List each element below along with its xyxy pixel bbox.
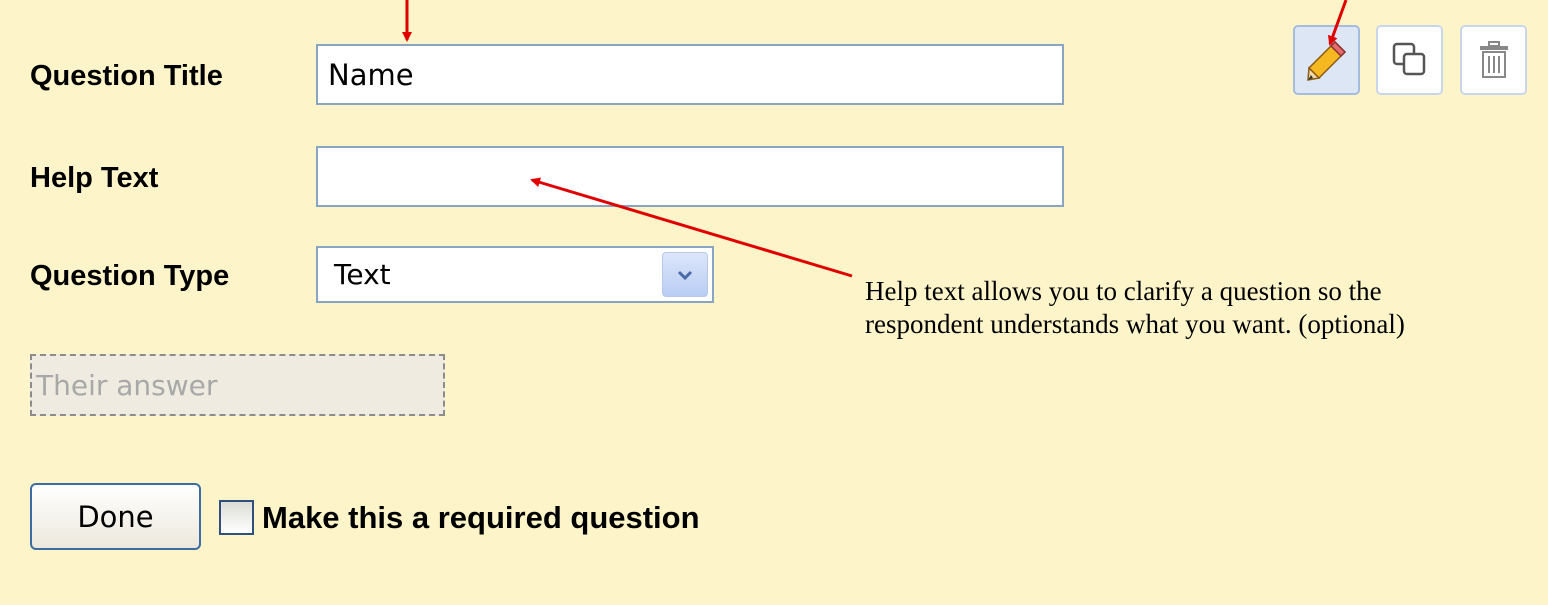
question-type-select[interactable]: Text <box>316 246 714 303</box>
help-text-input[interactable] <box>316 146 1064 207</box>
question-edit-panel: Question Title Help Text Question Type T… <box>0 0 1548 605</box>
required-checkbox-label[interactable]: Make this a required question <box>262 500 700 536</box>
question-type-label: Question Type <box>30 260 230 292</box>
answer-placeholder: Their answer <box>36 369 218 402</box>
question-title-input[interactable] <box>316 44 1064 105</box>
trash-icon <box>1479 41 1508 78</box>
chevron-down-icon <box>677 270 693 280</box>
dropdown-button[interactable] <box>662 252 708 297</box>
help-text-label: Help Text <box>30 162 159 194</box>
delete-button[interactable] <box>1460 25 1527 95</box>
question-type-value: Text <box>334 258 391 291</box>
answer-preview: Their answer <box>30 354 445 416</box>
help-text-annotation: Help text allows you to clarify a questi… <box>865 276 1405 339</box>
pencil-icon <box>1306 40 1346 81</box>
question-title-label: Question Title <box>30 60 223 92</box>
required-checkbox[interactable] <box>219 500 254 535</box>
edit-button[interactable] <box>1293 25 1360 95</box>
duplicate-button[interactable] <box>1376 25 1443 95</box>
duplicate-icon <box>1392 42 1425 76</box>
done-button[interactable]: Done <box>30 483 201 550</box>
